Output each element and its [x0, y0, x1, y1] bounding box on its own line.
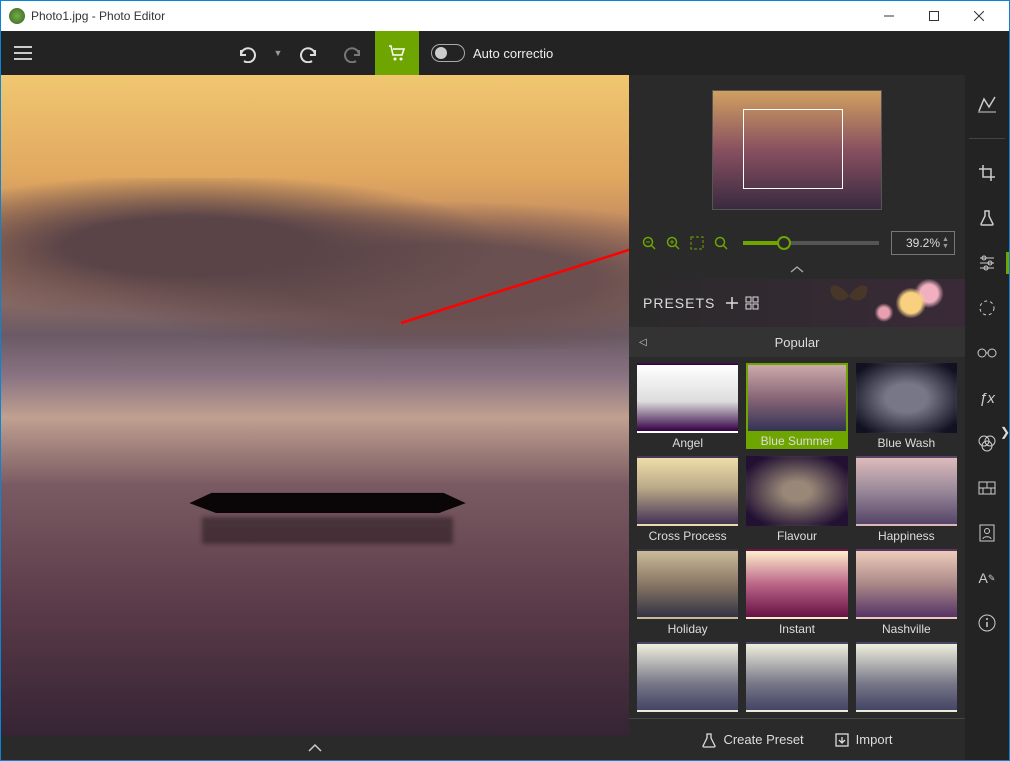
preset-flavour[interactable]: Flavour	[746, 456, 847, 543]
import-icon	[834, 732, 850, 748]
navigator-thumbnail[interactable]	[712, 90, 882, 210]
side-panel: 39.2% ▲▼ PRESETS ◁ Popular Angel Blue Sum…	[629, 75, 965, 760]
redo-alt-button[interactable]	[331, 31, 375, 75]
minimize-button[interactable]	[866, 1, 911, 31]
preset-thumbnail	[856, 642, 957, 712]
preset-thumbnail	[746, 456, 847, 526]
menu-button[interactable]	[1, 31, 45, 75]
preset-blue-summer[interactable]: Blue Summer	[746, 363, 847, 450]
add-preset-icon[interactable]	[725, 296, 739, 310]
preset-label: Cross Process	[649, 529, 727, 543]
app-icon	[9, 8, 25, 24]
window-title: Photo1.jpg - Photo Editor	[31, 9, 165, 23]
preset-thumbnail	[856, 363, 957, 433]
preset-nashville[interactable]: Nashville	[856, 549, 957, 636]
window-titlebar: Photo1.jpg - Photo Editor	[1, 1, 1009, 31]
preset-item-9[interactable]	[637, 642, 738, 715]
auto-correction-toggle[interactable]	[431, 44, 465, 62]
import-button[interactable]: Import	[834, 732, 893, 748]
zoom-controls: 39.2% ▲▼	[629, 225, 965, 261]
zoom-actual-icon[interactable]	[711, 233, 731, 253]
butterfly-icon	[824, 279, 874, 321]
preset-cross-process[interactable]: Cross Process	[637, 456, 738, 543]
zoom-slider-thumb[interactable]	[777, 236, 791, 250]
presets-footer: Create Preset Import	[629, 718, 965, 760]
preset-label: Holiday	[668, 622, 708, 636]
redo-button[interactable]	[287, 31, 331, 75]
preset-blue-wash[interactable]: Blue Wash	[856, 363, 957, 450]
preset-item-10[interactable]	[746, 642, 847, 715]
histogram-icon[interactable]	[972, 89, 1002, 119]
fx-icon[interactable]: ƒx	[972, 383, 1002, 413]
navigator[interactable]	[629, 75, 965, 225]
chevron-left-icon: ◁	[639, 337, 647, 348]
preset-label: Blue Summer	[746, 433, 847, 449]
portrait-icon[interactable]	[972, 518, 1002, 548]
close-button[interactable]	[956, 1, 1001, 31]
preset-label: Happiness	[878, 529, 935, 543]
navigator-viewport[interactable]	[743, 109, 843, 189]
import-label: Import	[856, 732, 893, 747]
category-selector[interactable]: ◁ Popular	[629, 327, 965, 357]
preset-holiday[interactable]: Holiday	[637, 549, 738, 636]
cart-button[interactable]	[375, 31, 419, 75]
info-icon[interactable]	[972, 608, 1002, 638]
preset-thumbnail	[856, 456, 957, 526]
photo-preview	[1, 75, 629, 760]
presets-grid: Angel Blue Summer Blue Wash Cross Process Fl…	[629, 357, 965, 718]
preset-thumbnail	[637, 456, 738, 526]
preset-angel[interactable]: Angel	[637, 363, 738, 450]
zoom-fit-icon[interactable]	[687, 233, 707, 253]
preset-item-11[interactable]	[856, 642, 957, 715]
undo-dropdown[interactable]: ▼	[269, 31, 287, 75]
preset-label: Instant	[779, 622, 815, 636]
category-name: Popular	[775, 335, 820, 350]
create-preset-label: Create Preset	[723, 732, 803, 747]
canvas-footer[interactable]	[1, 736, 629, 760]
flask-icon	[701, 732, 717, 748]
preset-label: Angel	[672, 436, 703, 450]
preset-instant[interactable]: Instant	[746, 549, 847, 636]
zoom-slider[interactable]	[743, 241, 879, 245]
sliders-icon[interactable]	[972, 248, 1002, 278]
presets-title: PRESETS	[643, 295, 715, 311]
presets-header: PRESETS	[629, 279, 965, 327]
flask-tool-icon[interactable]	[972, 203, 1002, 233]
preset-thumbnail	[856, 549, 957, 619]
maximize-button[interactable]	[911, 1, 956, 31]
zoom-value: 39.2%	[906, 236, 940, 250]
crop-icon[interactable]	[972, 158, 1002, 188]
zoom-in-icon[interactable]	[663, 233, 683, 253]
auto-correction-label: Auto correctio	[473, 46, 553, 61]
preset-thumbnail	[637, 642, 738, 712]
preset-thumbnail	[746, 642, 847, 712]
top-toolbar: ▼ Auto correctio	[1, 31, 1009, 75]
preset-happiness[interactable]: Happiness	[856, 456, 957, 543]
text-tool-icon[interactable]: A✎	[972, 563, 1002, 593]
undo-button[interactable]	[225, 31, 269, 75]
preset-thumbnail	[746, 549, 847, 619]
zoom-value-input[interactable]: 39.2% ▲▼	[891, 231, 955, 255]
glasses-icon[interactable]	[972, 338, 1002, 368]
preset-thumbnail	[746, 363, 847, 433]
chevron-up-icon	[308, 743, 322, 753]
preset-label: Flavour	[777, 529, 817, 543]
preset-thumbnail	[637, 363, 738, 433]
preset-label: Nashville	[882, 622, 931, 636]
canvas-area[interactable]	[1, 75, 629, 760]
selection-icon[interactable]	[972, 293, 1002, 323]
grid-view-icon[interactable]	[745, 296, 759, 310]
brick-icon[interactable]	[972, 473, 1002, 503]
create-preset-button[interactable]: Create Preset	[701, 732, 803, 748]
zoom-out-icon[interactable]	[639, 233, 659, 253]
right-toolstrip: ƒx A✎ ❯	[965, 75, 1009, 760]
collapse-navigator[interactable]	[629, 261, 965, 279]
expand-panel-icon[interactable]: ❯	[1000, 425, 1010, 439]
preset-label: Blue Wash	[878, 436, 936, 450]
preset-thumbnail	[637, 549, 738, 619]
color-wheel-icon[interactable]	[972, 428, 1002, 458]
